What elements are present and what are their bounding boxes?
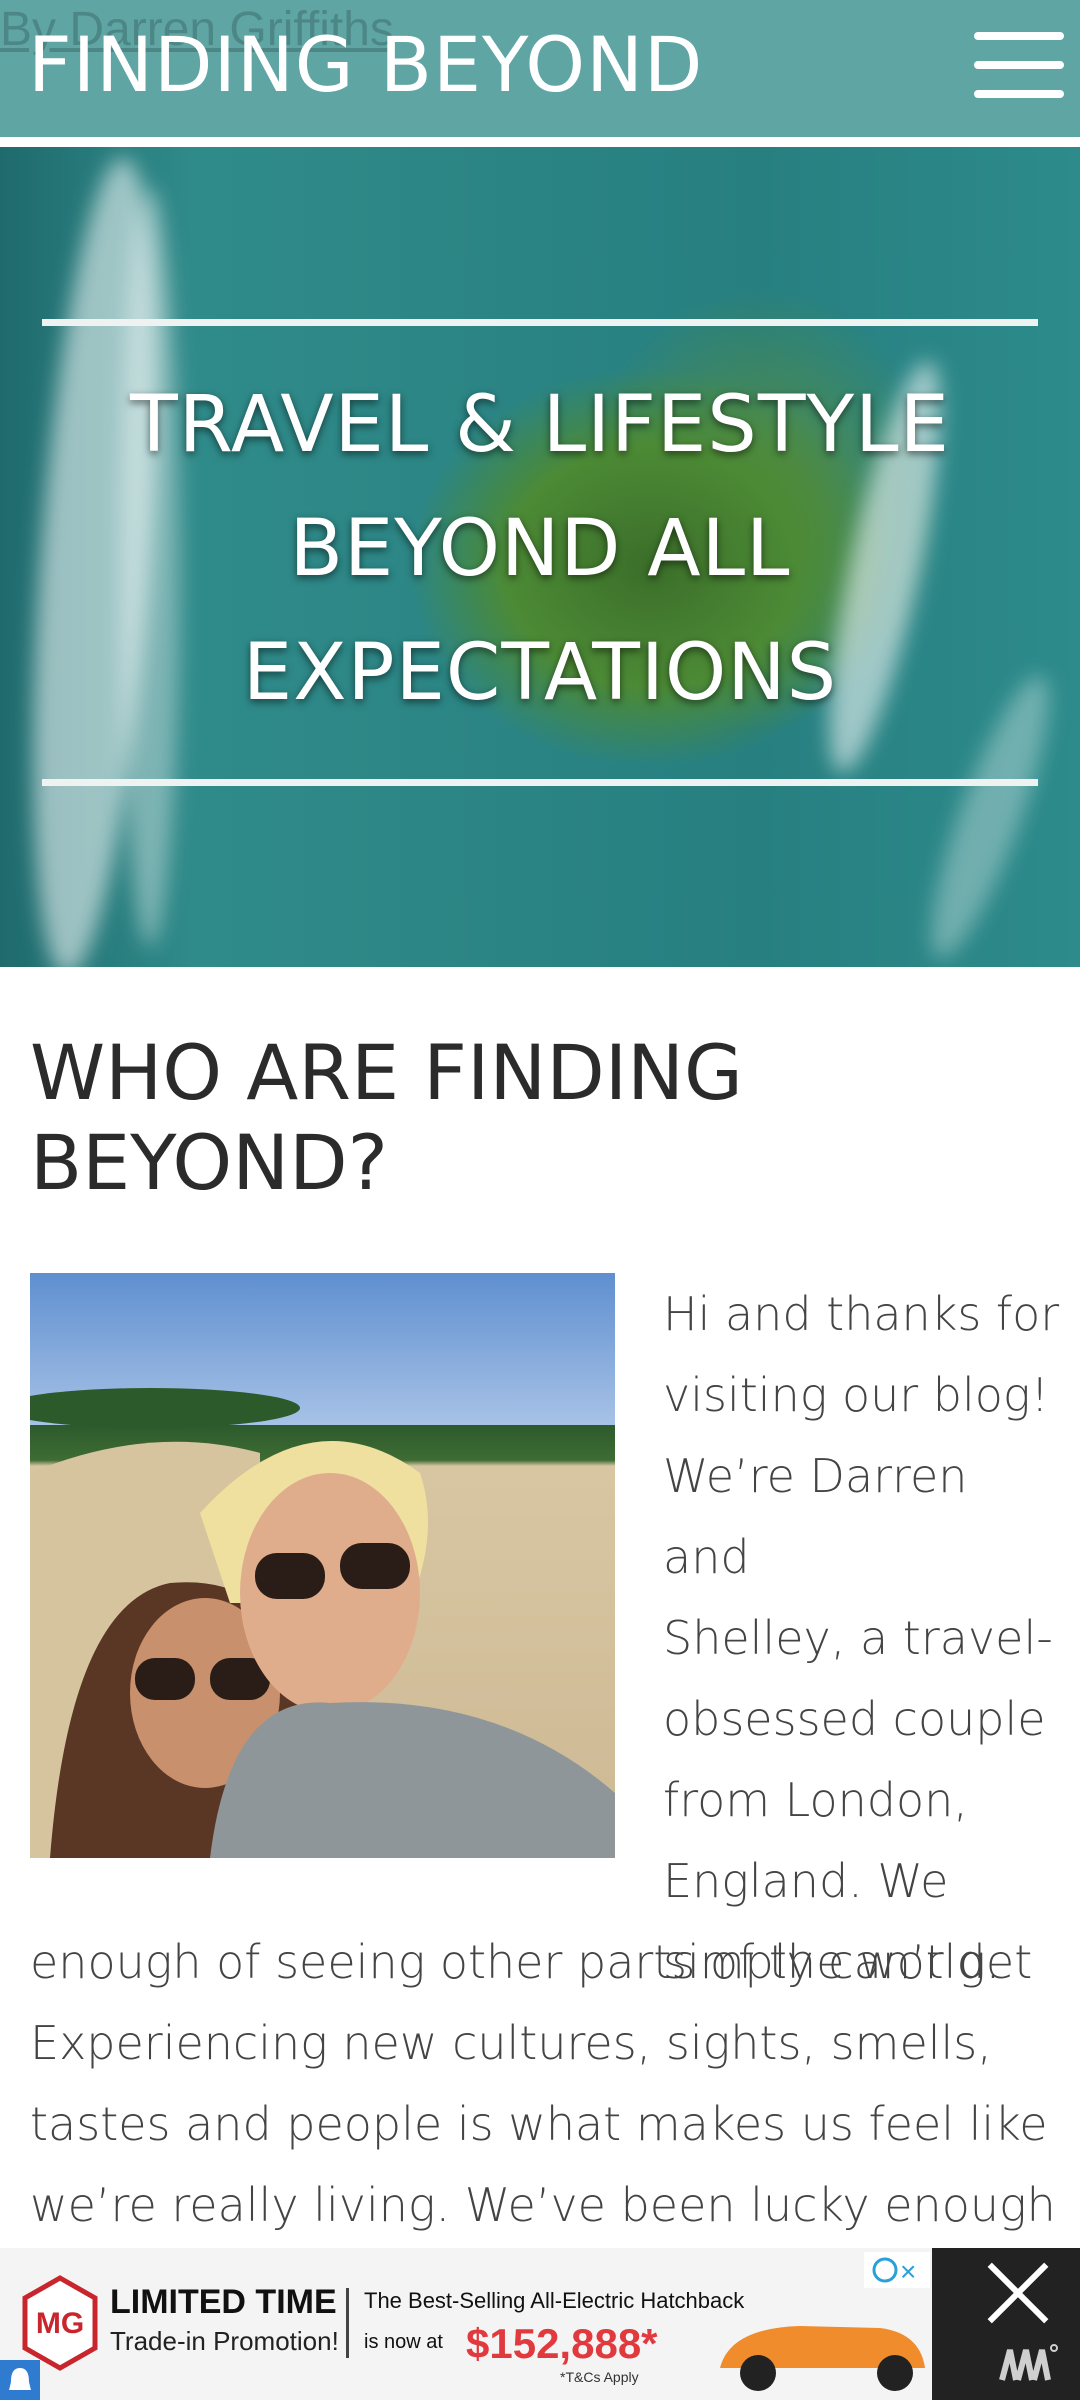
ad-copy-line1: The Best-Selling All-Electric Hatchback xyxy=(364,2288,745,2313)
close-icon[interactable] xyxy=(982,2258,1052,2328)
hamburger-menu-icon[interactable] xyxy=(974,32,1064,102)
ad-close-area xyxy=(932,2248,1080,2400)
ad-subline: Trade-in Promotion! xyxy=(110,2326,339,2356)
intro-wrap-text: Hi and thanks for visiting our blog! We’… xyxy=(663,1287,1060,1989)
couple-photo xyxy=(30,1273,615,1858)
hero-title-line: BEYOND ALL xyxy=(289,504,791,594)
mg-logo: MG xyxy=(36,2307,84,2340)
ad-close-x[interactable]: × xyxy=(900,2256,916,2287)
ad-copy-prefix: is now at xyxy=(364,2331,443,2353)
hero-banner: TRAVEL & LIFESTYLE BEYOND ALL EXPECTATIO… xyxy=(0,147,1080,967)
hero-divider-top xyxy=(42,319,1038,326)
hero-title-line: EXPECTATIONS xyxy=(242,628,838,718)
hero-divider-bottom xyxy=(42,779,1038,786)
hero-title-line: TRAVEL & LIFESTYLE xyxy=(130,380,950,470)
publisher-logo-icon xyxy=(999,2344,1058,2381)
section-title: WHO ARE FINDING BEYOND? xyxy=(30,1028,743,1207)
site-logo-text[interactable]: FINDING BEYOND xyxy=(28,20,703,109)
ad-price: $152,888* xyxy=(466,2320,658,2367)
ad-banner[interactable]: MG LIMITED TIME Trade-in Promotion! The … xyxy=(0,2248,1080,2400)
ad-fineprint: *T&Cs Apply xyxy=(560,2369,639,2385)
site-header: By Darren Griffiths FINDING BEYOND xyxy=(0,0,1080,142)
ad-headline: LIMITED TIME xyxy=(110,2283,337,2321)
hero-title: TRAVEL & LIFESTYLE BEYOND ALL EXPECTATIO… xyxy=(0,363,1080,735)
